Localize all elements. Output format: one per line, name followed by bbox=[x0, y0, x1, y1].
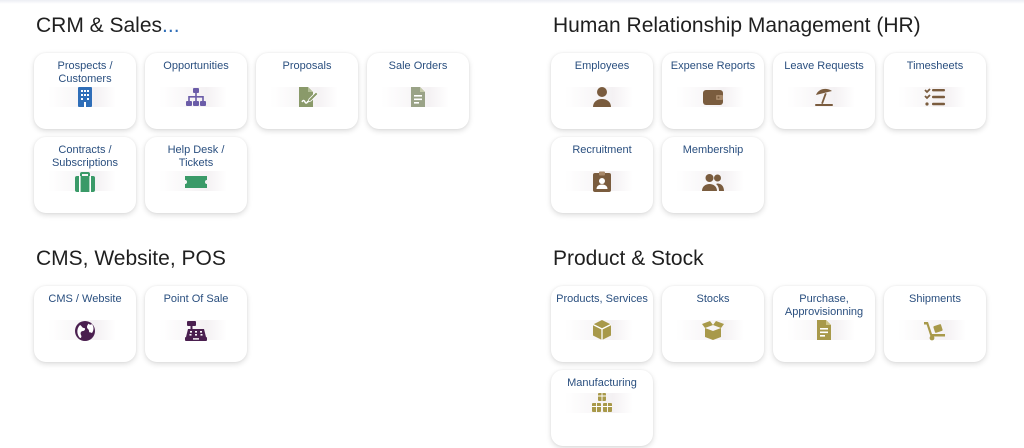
section-title-product: Product & Stock bbox=[553, 247, 704, 270]
tile-label: Recruitment bbox=[572, 144, 632, 156]
tile-timesheets[interactable]: Timesheets bbox=[884, 53, 986, 129]
cube-icon bbox=[590, 318, 614, 342]
section-title-text: CRM & Sales bbox=[36, 14, 163, 37]
tile-stocks[interactable]: Stocks bbox=[662, 286, 764, 362]
tile-label: Point Of Sale bbox=[163, 293, 229, 305]
tile-label: Leave Requests bbox=[784, 60, 864, 72]
cubes-icon bbox=[590, 391, 614, 415]
suitcase-icon bbox=[73, 170, 97, 194]
users-icon bbox=[701, 170, 725, 194]
tile-membership[interactable]: Membership bbox=[662, 137, 764, 213]
tile-label: Stocks bbox=[696, 293, 730, 305]
tile-label: CMS / Website bbox=[48, 293, 122, 305]
section-title-crm-sales: CRM & Sales... bbox=[36, 13, 180, 39]
top-shadow-line bbox=[0, 0, 1024, 4]
tile-label: Contracts / Subscriptions bbox=[51, 144, 119, 169]
section-crm-sales: CRM & Sales... Prospects / Customers Opp… bbox=[34, 13, 469, 213]
tile-recruitment[interactable]: Recruitment bbox=[551, 137, 653, 213]
tile-products-services[interactable]: Products, Services bbox=[551, 286, 653, 362]
tile-opportunities[interactable]: Opportunities bbox=[145, 53, 247, 129]
dolly-icon bbox=[923, 318, 947, 342]
tile-expense-reports[interactable]: Expense Reports bbox=[662, 53, 764, 129]
tile-proposals[interactable]: Proposals bbox=[256, 53, 358, 129]
tile-shipments[interactable]: Shipments bbox=[884, 286, 986, 362]
tile-point-of-sale[interactable]: Point Of Sale bbox=[145, 286, 247, 362]
tile-help-desk-tickets[interactable]: Help Desk / Tickets bbox=[145, 137, 247, 213]
tile-label: Employees bbox=[574, 60, 630, 72]
tile-leave-requests[interactable]: Leave Requests bbox=[773, 53, 875, 129]
section-title-ellipsis[interactable]: ... bbox=[162, 14, 180, 37]
tile-label: Help Desk / Tickets bbox=[167, 144, 225, 169]
tile-label: Purchase, Approvisionning bbox=[784, 293, 864, 318]
tile-label: Manufacturing bbox=[567, 377, 637, 389]
file-invoice-icon bbox=[406, 85, 430, 109]
section-title-hr: Human Relationship Management (HR) bbox=[553, 14, 921, 37]
tile-employees[interactable]: Employees bbox=[551, 53, 653, 129]
tile-prospects-customers[interactable]: Prospects / Customers bbox=[34, 53, 136, 129]
sitemap-icon bbox=[184, 85, 208, 109]
tile-label: Products, Services bbox=[556, 293, 648, 305]
tile-label: Expense Reports bbox=[670, 60, 756, 72]
tile-label: Proposals bbox=[282, 60, 332, 72]
building-icon bbox=[73, 85, 97, 109]
section-product-stock: Product & Stock Products, Services Stock… bbox=[551, 246, 986, 446]
tile-label: Shipments bbox=[909, 293, 961, 305]
box-open-icon bbox=[701, 318, 725, 342]
tile-label: Opportunities bbox=[163, 60, 229, 72]
tile-contracts-subscriptions[interactable]: Contracts / Subscriptions bbox=[34, 137, 136, 213]
cash-register-icon bbox=[184, 319, 208, 343]
section-hr: Human Relationship Management (HR) Emplo… bbox=[551, 13, 986, 213]
globe-icon bbox=[73, 319, 97, 343]
section-cms-website-pos: CMS, Website, POS CMS / Website Point Of… bbox=[34, 246, 247, 362]
tile-label: Prospects / Customers bbox=[57, 60, 113, 85]
file-invoice-icon bbox=[812, 318, 836, 342]
file-signature-icon bbox=[295, 85, 319, 109]
umbrella-beach-icon bbox=[812, 85, 836, 109]
tile-label: Timesheets bbox=[906, 60, 964, 72]
tile-cms-website[interactable]: CMS / Website bbox=[34, 286, 136, 362]
tile-sale-orders[interactable]: Sale Orders bbox=[367, 53, 469, 129]
tile-manufacturing[interactable]: Manufacturing bbox=[551, 370, 653, 446]
section-title-cms: CMS, Website, POS bbox=[36, 247, 226, 270]
tasks-icon bbox=[923, 85, 947, 109]
wallet-icon bbox=[701, 85, 725, 109]
tile-label: Membership bbox=[682, 144, 744, 156]
user-icon bbox=[590, 85, 614, 109]
tile-purchase-approvisionning[interactable]: Purchase, Approvisionning bbox=[773, 286, 875, 362]
tile-label: Sale Orders bbox=[388, 60, 448, 72]
id-badge-icon bbox=[590, 170, 614, 194]
ticket-icon bbox=[184, 170, 208, 194]
